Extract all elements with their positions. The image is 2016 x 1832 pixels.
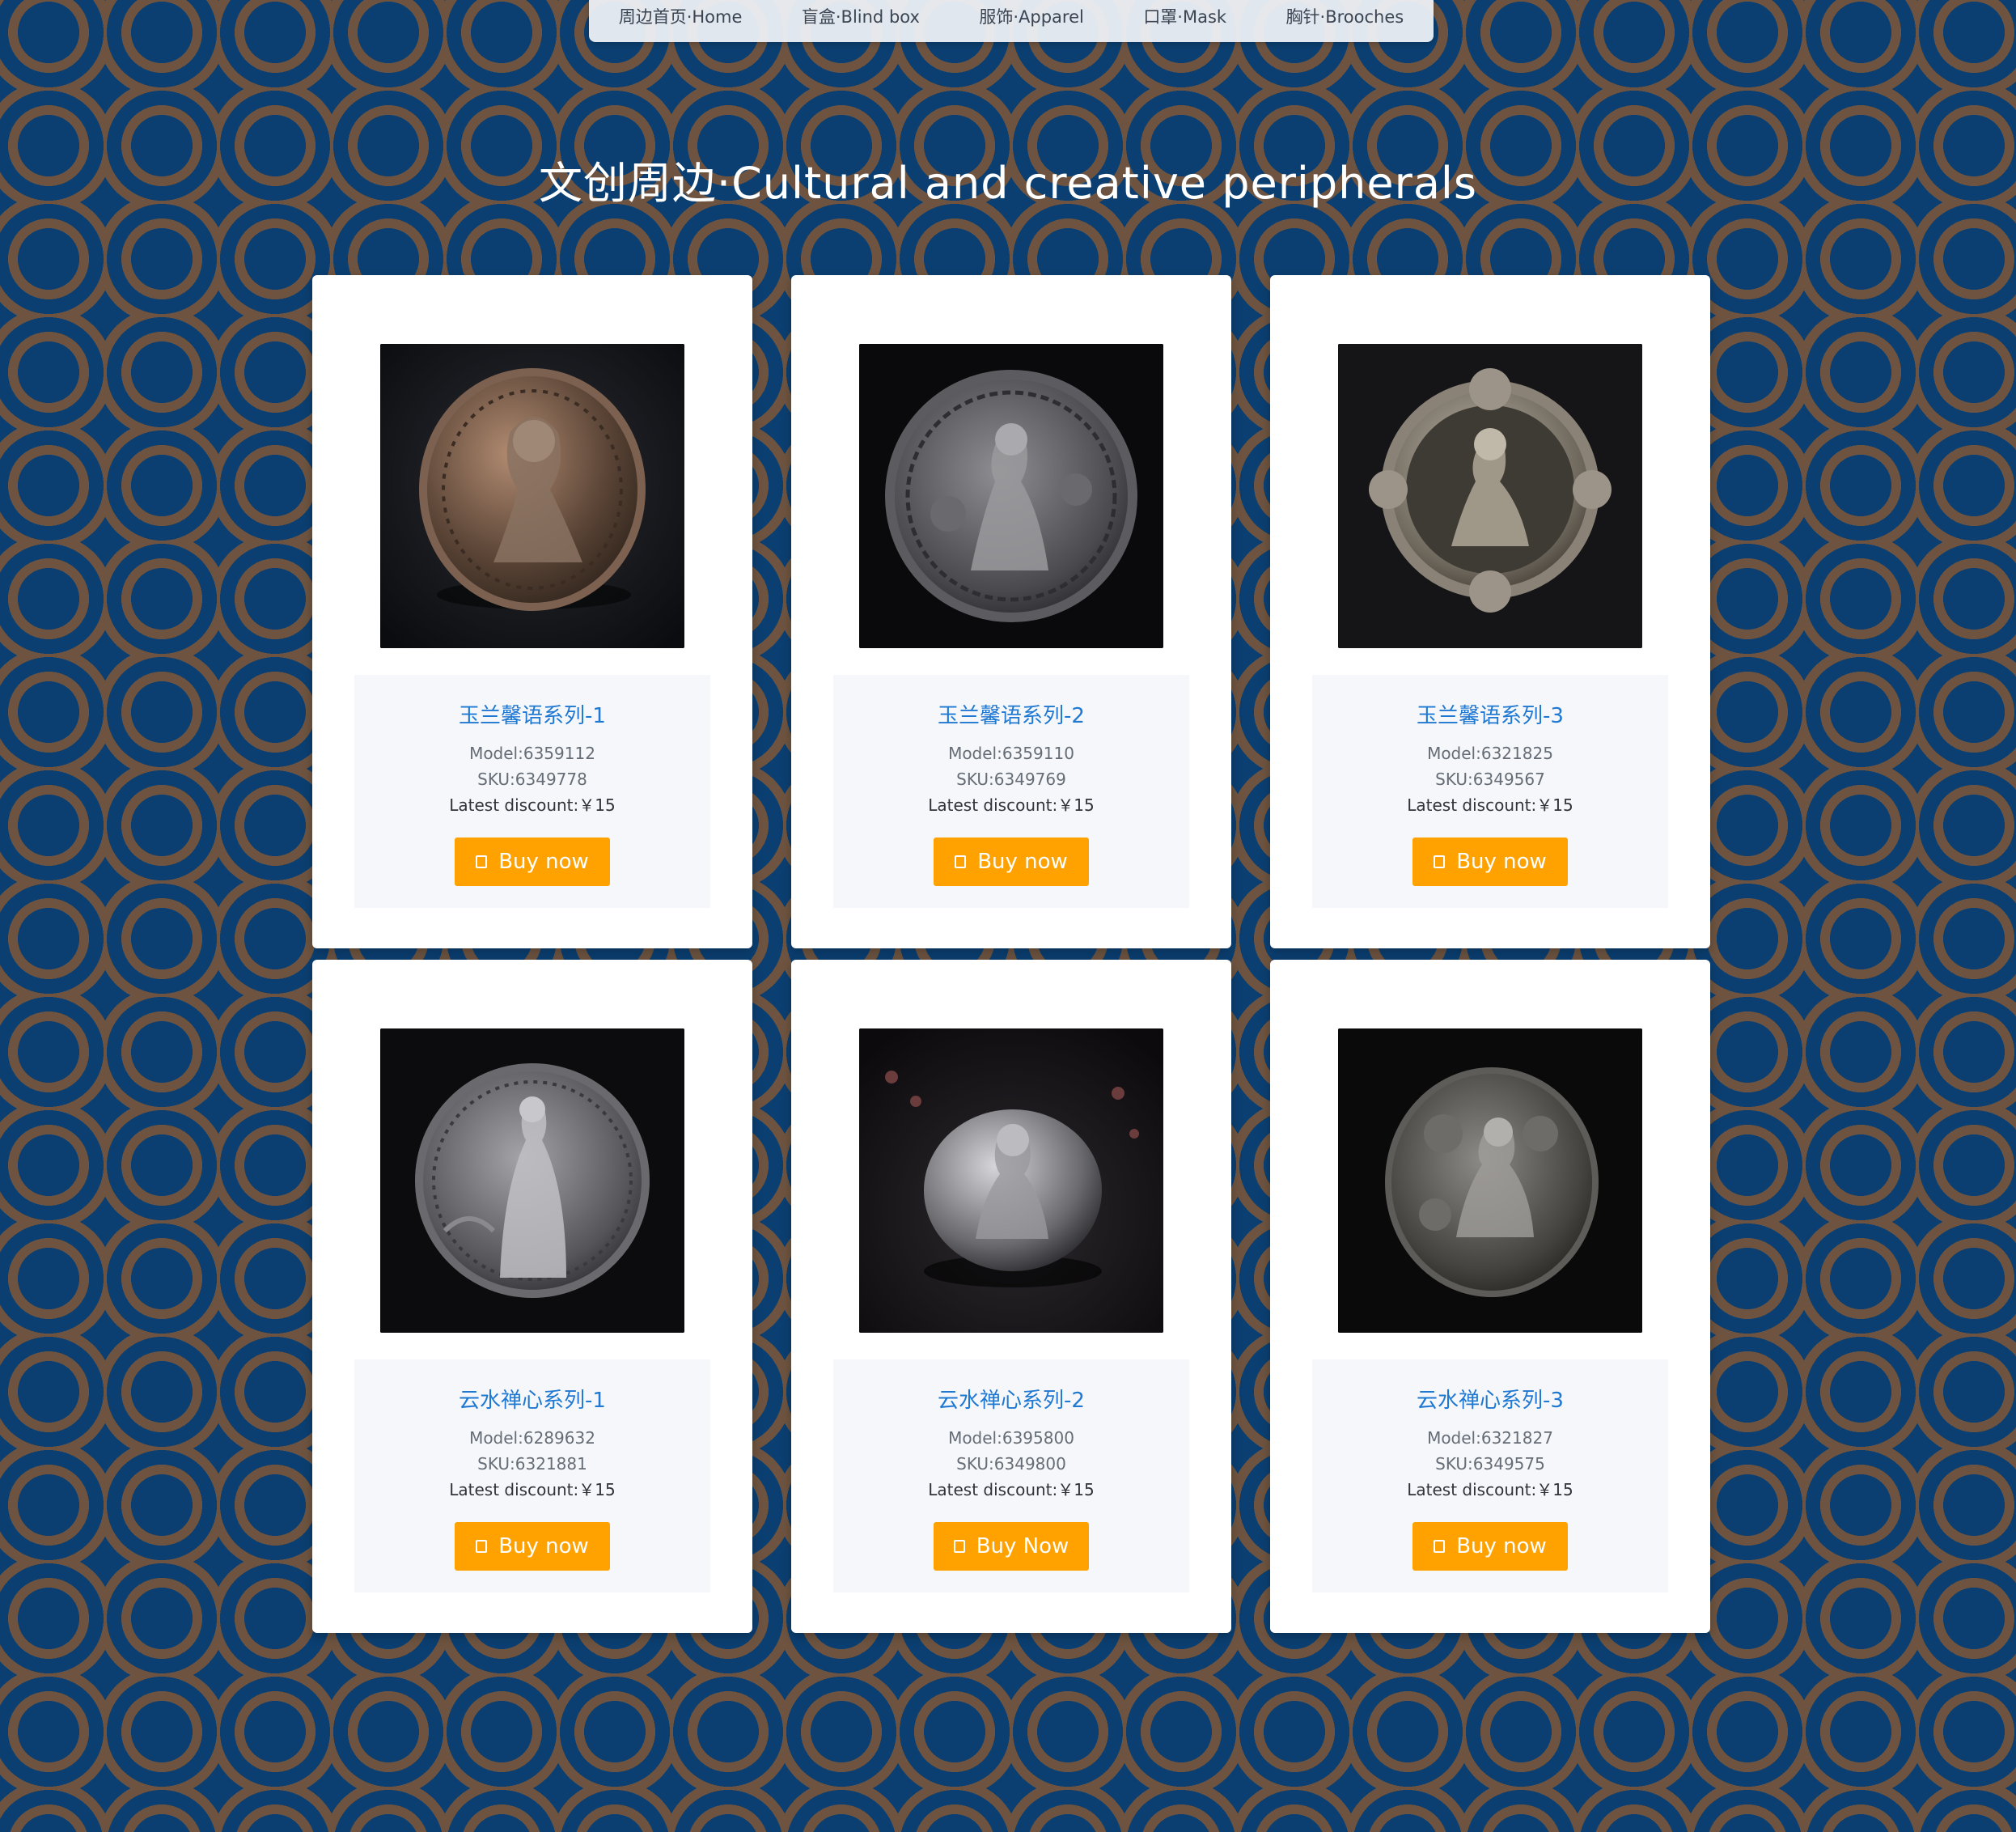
product-model: Model:6321827 bbox=[1427, 1428, 1553, 1448]
buy-now-label: Buy now bbox=[498, 1534, 589, 1558]
product-grid: 玉兰馨语系列-1 Model:6359112 SKU:6349778 Lates… bbox=[312, 275, 1710, 1633]
brooch-illustration bbox=[380, 1028, 684, 1333]
cart-icon bbox=[1434, 1540, 1446, 1553]
nav-brooches[interactable]: 胸针·Brooches bbox=[1275, 4, 1416, 28]
product-card: 云水禅心系列-3 Model:6321827 SKU:6349575 Lates… bbox=[1270, 960, 1710, 1633]
product-name[interactable]: 云水禅心系列-1 bbox=[354, 1384, 710, 1414]
buy-now-label: Buy Now bbox=[976, 1534, 1069, 1558]
product-name[interactable]: 玉兰馨语系列-3 bbox=[1312, 699, 1668, 729]
product-image[interactable] bbox=[380, 344, 684, 648]
product-card: 云水禅心系列-1 Model:6289632 SKU:6321881 Lates… bbox=[312, 960, 752, 1633]
cart-icon bbox=[476, 1540, 488, 1553]
product-model: Model:6395800 bbox=[948, 1428, 1074, 1448]
product-price: Latest discount:￥15 bbox=[1407, 1480, 1573, 1499]
buy-now-button[interactable]: Buy Now bbox=[934, 1522, 1089, 1571]
buy-now-button[interactable]: Buy now bbox=[1412, 838, 1568, 886]
product-image[interactable] bbox=[1338, 344, 1642, 648]
product-price: Latest discount:￥15 bbox=[928, 1480, 1095, 1499]
cart-icon bbox=[476, 855, 488, 868]
nav-blind-box[interactable]: 盲盒·Blind box bbox=[790, 4, 931, 28]
product-model: Model:6321825 bbox=[1427, 744, 1553, 763]
brooch-illustration bbox=[859, 344, 1163, 648]
product-info: 玉兰馨语系列-1 Model:6359112 SKU:6349778 Lates… bbox=[354, 675, 710, 908]
product-card: 玉兰馨语系列-3 Model:6321825 SKU:6349567 Lates… bbox=[1270, 275, 1710, 948]
buy-now-label: Buy now bbox=[1456, 850, 1547, 874]
buy-now-button[interactable]: Buy now bbox=[455, 838, 610, 886]
cart-icon bbox=[953, 1540, 965, 1553]
brooch-illustration bbox=[859, 1028, 1163, 1333]
nav-home[interactable]: 周边首页·Home bbox=[608, 4, 754, 28]
product-card: 玉兰馨语系列-2 Model:6359110 SKU:6349769 Lates… bbox=[791, 275, 1231, 948]
product-image[interactable] bbox=[859, 344, 1163, 648]
product-info: 云水禅心系列-1 Model:6289632 SKU:6321881 Lates… bbox=[354, 1359, 710, 1592]
product-info: 云水禅心系列-3 Model:6321827 SKU:6349575 Lates… bbox=[1312, 1359, 1668, 1592]
product-sku: SKU:6349567 bbox=[1435, 770, 1545, 789]
product-info: 玉兰馨语系列-3 Model:6321825 SKU:6349567 Lates… bbox=[1312, 675, 1668, 908]
product-sku: SKU:6349778 bbox=[477, 770, 587, 789]
product-sku: SKU:6349769 bbox=[956, 770, 1066, 789]
buy-now-button[interactable]: Buy now bbox=[934, 838, 1089, 886]
product-image[interactable] bbox=[1338, 1028, 1642, 1333]
product-price: Latest discount:￥15 bbox=[1407, 795, 1573, 815]
product-sku: SKU:6349800 bbox=[956, 1454, 1066, 1474]
buy-now-label: Buy now bbox=[977, 850, 1068, 874]
nav-apparel[interactable]: 服饰·Apparel bbox=[968, 4, 1095, 28]
buy-now-label: Buy now bbox=[498, 850, 589, 874]
product-model: Model:6289632 bbox=[469, 1428, 595, 1448]
brooch-illustration bbox=[1338, 1028, 1642, 1333]
top-nav: 周边首页·Home 盲盒·Blind box 服饰·Apparel 口罩·Mas… bbox=[589, 0, 1434, 42]
product-name[interactable]: 玉兰馨语系列-2 bbox=[833, 699, 1189, 729]
product-card: 云水禅心系列-2 Model:6395800 SKU:6349800 Lates… bbox=[791, 960, 1231, 1633]
buy-now-button[interactable]: Buy now bbox=[1412, 1522, 1568, 1571]
buy-now-label: Buy now bbox=[1456, 1534, 1547, 1558]
product-sku: SKU:6321881 bbox=[477, 1454, 587, 1474]
product-image[interactable] bbox=[859, 1028, 1163, 1333]
product-name[interactable]: 玉兰馨语系列-1 bbox=[354, 699, 710, 729]
brooch-illustration bbox=[1338, 344, 1642, 648]
product-price: Latest discount:￥15 bbox=[449, 795, 616, 815]
product-card: 玉兰馨语系列-1 Model:6359112 SKU:6349778 Lates… bbox=[312, 275, 752, 948]
brooch-illustration bbox=[380, 344, 684, 648]
buy-now-button[interactable]: Buy now bbox=[455, 1522, 610, 1571]
product-name[interactable]: 云水禅心系列-3 bbox=[1312, 1384, 1668, 1414]
product-model: Model:6359110 bbox=[948, 744, 1074, 763]
product-info: 云水禅心系列-2 Model:6395800 SKU:6349800 Lates… bbox=[833, 1359, 1189, 1592]
cart-icon bbox=[955, 855, 967, 868]
product-model: Model:6359112 bbox=[469, 744, 595, 763]
page-title: 文创周边·Cultural and creative peripherals bbox=[538, 158, 1478, 209]
cart-icon bbox=[1434, 855, 1446, 868]
product-info: 玉兰馨语系列-2 Model:6359110 SKU:6349769 Lates… bbox=[833, 675, 1189, 908]
product-name[interactable]: 云水禅心系列-2 bbox=[833, 1384, 1189, 1414]
nav-mask[interactable]: 口罩·Mask bbox=[1132, 4, 1238, 28]
product-image[interactable] bbox=[380, 1028, 684, 1333]
product-price: Latest discount:￥15 bbox=[928, 795, 1095, 815]
product-price: Latest discount:￥15 bbox=[449, 1480, 616, 1499]
product-sku: SKU:6349575 bbox=[1435, 1454, 1545, 1474]
